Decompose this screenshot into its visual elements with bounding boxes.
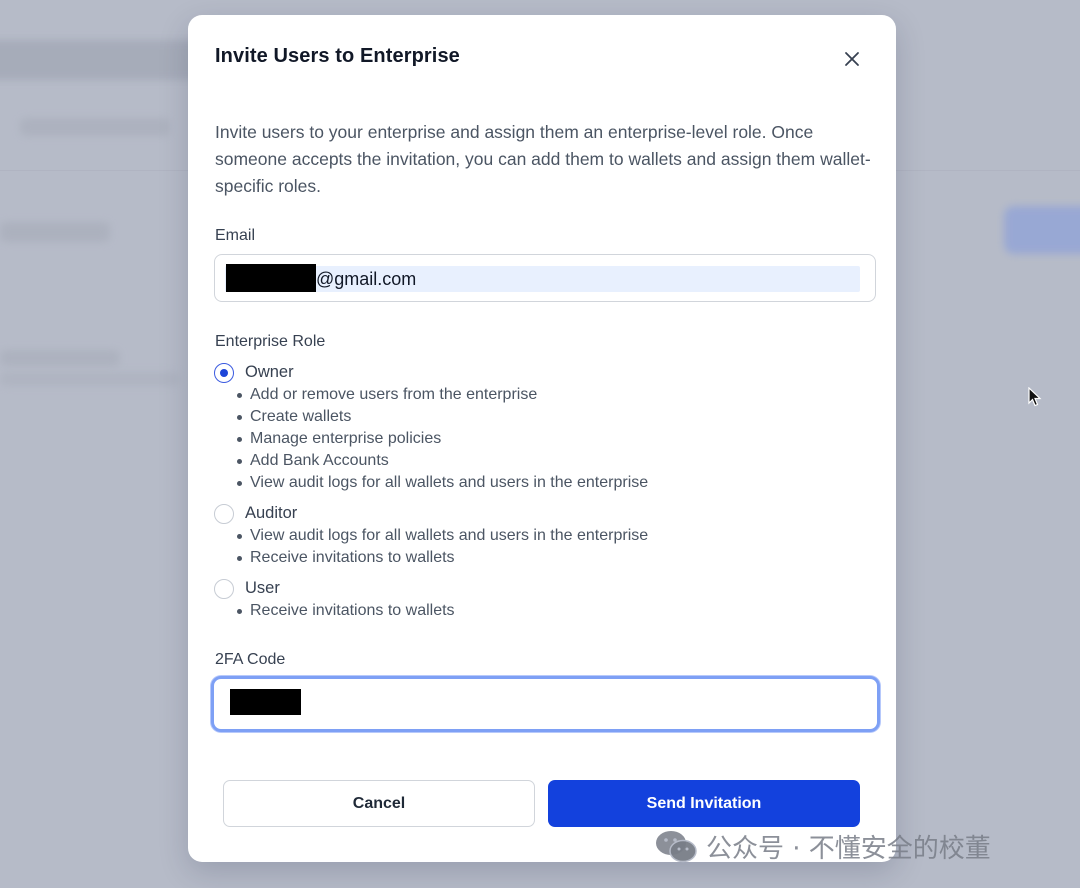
owner-permissions-list: Add or remove users from the enterprise … <box>235 384 648 494</box>
cancel-button[interactable]: Cancel <box>223 780 535 827</box>
email-domain-text: @gmail.com <box>316 269 417 289</box>
watermark: 公众号 · 不懂安全的校董 <box>654 826 991 866</box>
twofa-label: 2FA Code <box>215 651 286 668</box>
user-permissions-list: Receive invitations to wallets <box>235 600 455 622</box>
background-row <box>0 350 120 366</box>
twofa-code-input[interactable] <box>211 676 880 732</box>
close-button[interactable] <box>840 47 864 71</box>
redacted-email-username <box>226 264 316 292</box>
permission-item: Add or remove users from the enterprise <box>235 384 648 406</box>
auditor-radio[interactable] <box>214 504 234 524</box>
modal-title: Invite Users to Enterprise <box>215 45 460 67</box>
background-button <box>1004 206 1080 254</box>
watermark-text: 公众号 · 不懂安全的校董 <box>706 833 991 864</box>
invite-users-modal: Invite Users to Enterprise Invite users … <box>188 15 896 862</box>
owner-radio[interactable] <box>214 363 234 383</box>
background-row <box>0 222 110 242</box>
role-name-auditor: Auditor <box>245 504 298 522</box>
email-label: Email <box>215 227 256 244</box>
role-name-user: User <box>245 579 280 597</box>
email-field[interactable]: @gmail.com <box>214 254 876 302</box>
permission-item: Receive invitations to wallets <box>235 547 648 569</box>
permission-item: View audit logs for all wallets and user… <box>235 472 648 494</box>
wechat-icon <box>656 831 697 863</box>
close-icon <box>845 52 859 66</box>
background-tab <box>20 118 170 136</box>
background-page-title <box>0 40 210 80</box>
redacted-twofa-code <box>230 689 301 715</box>
mouse-cursor-icon <box>1028 387 1042 407</box>
background-row <box>0 372 180 386</box>
enterprise-role-label: Enterprise Role <box>215 333 326 350</box>
permission-item: View audit logs for all wallets and user… <box>235 525 648 547</box>
send-invitation-button[interactable]: Send Invitation <box>548 780 860 827</box>
modal-description: Invite users to your enterprise and assi… <box>215 122 871 196</box>
permission-item: Receive invitations to wallets <box>235 600 455 622</box>
auditor-permissions-list: View audit logs for all wallets and user… <box>235 525 648 569</box>
role-name-owner: Owner <box>245 363 294 381</box>
permission-item: Manage enterprise policies <box>235 428 648 450</box>
user-radio[interactable] <box>214 579 234 599</box>
permission-item: Create wallets <box>235 406 648 428</box>
permission-item: Add Bank Accounts <box>235 450 648 472</box>
